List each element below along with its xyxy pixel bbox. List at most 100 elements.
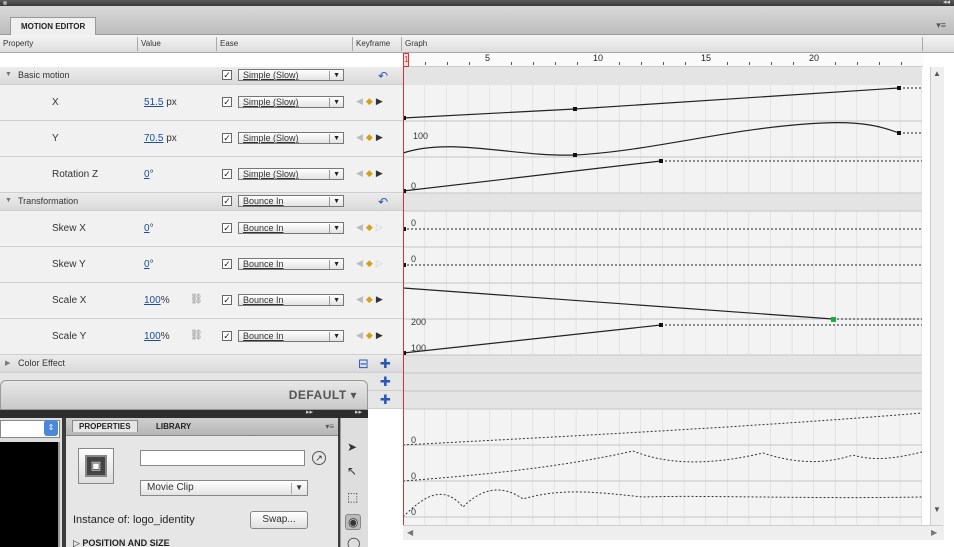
position-size-section[interactable]: ▷ POSITION AND SIZE (73, 538, 170, 547)
checkbox-icon[interactable]: ✓ (222, 70, 232, 80)
property-value[interactable]: 100% (144, 295, 170, 306)
scroll-down-icon[interactable]: ▼ (933, 505, 941, 514)
symbol-type-dropdown[interactable]: Movie Clip ▼ (140, 480, 308, 496)
workspace-switcher[interactable]: DEFAULT ▾ (289, 388, 357, 402)
ease-dropdown[interactable]: Bounce In ▼ (238, 195, 344, 207)
column-graph[interactable]: Graph (405, 39, 427, 48)
checkbox-icon[interactable]: ✓ (222, 331, 232, 341)
link-scale-icon[interactable]: ⛓ (190, 330, 203, 341)
vertical-scrollbar[interactable]: ▲ ▼ (930, 67, 944, 540)
ease-dropdown[interactable]: Simple (Slow) ▼ (238, 69, 344, 81)
ease-dropdown[interactable]: Bounce In ▼ (238, 258, 344, 270)
add-icon[interactable]: ✚ (380, 356, 391, 372)
property-value[interactable]: 0° (144, 169, 154, 180)
checkbox-icon[interactable]: ✓ (222, 133, 232, 143)
column-ease[interactable]: Ease (220, 39, 238, 48)
stepper-icon[interactable]: ⇕ (44, 420, 58, 436)
graph-label-ease-2: 0 (411, 471, 416, 481)
expand-triangle-icon[interactable]: ▼ (5, 197, 12, 204)
ease-dropdown[interactable]: Simple (Slow) ▼ (238, 132, 344, 144)
keyframe-nav[interactable]: ◀ ◆ ▶ (356, 168, 396, 179)
column-header-row: Property Value Ease Keyframe Graph (0, 35, 954, 53)
keyframe-nav[interactable]: ◀ ◆ ▷ (356, 258, 396, 269)
ruler-label-5: 5 (485, 53, 491, 63)
tab-properties[interactable]: PROPERTIES (72, 420, 138, 432)
property-row-x[interactable]: X 51.5 px ✓ Simple (Slow) ▼ ◀ ◆ ▶ (0, 85, 403, 121)
section-color-effect[interactable]: ▶ Color Effect ⊟ ✚ (0, 355, 403, 373)
ease-dropdown[interactable]: Simple (Slow) ▼ (238, 168, 344, 180)
scroll-up-icon[interactable]: ▲ (933, 69, 941, 78)
section-transformation[interactable]: ▼ Transformation ✓ Bounce In ▼ ↶ (0, 193, 403, 211)
playhead-marker[interactable]: 1 (403, 53, 409, 67)
subselection-tool-icon[interactable]: ↖ (347, 464, 357, 478)
horizontal-scrollbar[interactable]: ◀ ▶ (403, 525, 943, 540)
property-row-rotation-z[interactable]: Rotation Z 0° ✓ Simple (Slow) ▼ ◀ ◆ ▶ (0, 157, 403, 193)
collapse-icon[interactable]: ▸▸ (355, 408, 362, 416)
ease-dropdown[interactable]: Bounce In ▼ (238, 222, 344, 234)
checkbox-icon[interactable]: ✓ (222, 259, 232, 269)
property-value[interactable]: 51.5 px (144, 97, 177, 108)
section-basic-motion[interactable]: ▼ Basic motion ✓ Simple (Slow) ▼ ↶ (0, 67, 403, 85)
lasso-tool-icon[interactable]: ◯ (347, 536, 360, 547)
tab-motion-editor[interactable]: MOTION EDITOR (10, 17, 97, 35)
checkbox-icon[interactable]: ✓ (222, 223, 232, 233)
prev-keyframe-icon: ◀ (356, 294, 363, 304)
keyframe-nav[interactable]: ◀ ◆ ▶ (356, 294, 396, 305)
checkbox-icon[interactable]: ✓ (222, 169, 232, 179)
tab-library[interactable]: LIBRARY (156, 422, 191, 431)
add-icon[interactable]: ✚ (380, 392, 391, 408)
property-row-skew-x[interactable]: Skew X 0° ✓ Bounce In ▼ ◀ ◆ ▷ (0, 211, 403, 247)
ease-dropdown[interactable]: Bounce In ▼ (238, 330, 344, 342)
link-scale-icon[interactable]: ⛓ (190, 294, 203, 305)
scroll-left-icon[interactable]: ◀ (407, 528, 413, 537)
remove-icon[interactable]: ⊟ (358, 356, 369, 372)
ease-dropdown[interactable]: Simple (Slow) ▼ (238, 96, 344, 108)
next-keyframe-icon: ▶ (375, 96, 383, 106)
edit-icon[interactable]: ↗ (312, 451, 326, 465)
property-value[interactable]: 100% (144, 331, 170, 342)
checkbox-icon[interactable]: ✓ (222, 196, 232, 206)
property-row-skew-y[interactable]: Skew Y 0° ✓ Bounce In ▼ ◀ ◆ ▷ (0, 247, 403, 283)
ease-dropdown[interactable]: Bounce In ▼ (238, 294, 344, 306)
stage-area: ⇕ (0, 418, 62, 547)
collapse-icon[interactable]: ▸▸ (306, 408, 313, 416)
column-value[interactable]: Value (141, 39, 161, 48)
reset-icon[interactable]: ↶ (378, 195, 388, 209)
prev-keyframe-icon: ◀ (356, 96, 363, 106)
timeline-ruler[interactable]: 1 5 10 15 20 (403, 53, 923, 67)
column-property[interactable]: Property (3, 39, 33, 48)
swap-button[interactable]: Swap... (250, 511, 308, 529)
checkbox-icon[interactable]: ✓ (222, 97, 232, 107)
keyframe-nav[interactable]: ◀ ◆ ▶ (356, 96, 396, 107)
expand-triangle-icon[interactable]: ▼ (5, 71, 12, 78)
property-name: Scale X (52, 295, 87, 306)
motion-graph[interactable]: 100 0 0 0 200 100 0 0 0 (403, 67, 922, 540)
keyframe-nav[interactable]: ◀ ◆ ▶ (356, 330, 396, 341)
section-name: Color Effect (18, 358, 65, 368)
next-keyframe-icon: ▶ (375, 294, 383, 304)
ruler-label-15: 15 (701, 53, 712, 63)
selection-tool-icon[interactable]: ➤ (347, 440, 357, 454)
property-row-scale-y[interactable]: Scale Y 100% ⛓ ✓ Bounce In ▼ ◀ ◆ ▶ (0, 319, 403, 355)
column-keyframe[interactable]: Keyframe (356, 39, 390, 48)
property-row-scale-x[interactable]: Scale X 100% ⛓ ✓ Bounce In ▼ ◀ ◆ ▶ (0, 283, 403, 319)
property-value[interactable]: 0° (144, 223, 154, 234)
instance-name-input[interactable] (140, 450, 305, 466)
graph-label-y-100: 100 (413, 131, 428, 141)
3d-rotation-tool-icon[interactable]: ◉ (345, 514, 362, 530)
keyframe-nav[interactable]: ◀ ◆ ▶ (356, 132, 396, 143)
checkbox-icon[interactable]: ✓ (222, 295, 232, 305)
panel-menu-icon[interactable]: ▾≡ (325, 422, 334, 431)
graph-label-rotation-0: 0 (411, 181, 416, 191)
property-row-y[interactable]: Y 70.5 px ✓ Simple (Slow) ▼ ◀ ◆ ▶ (0, 121, 403, 157)
property-value[interactable]: 0° (144, 259, 154, 270)
prev-keyframe-icon: ◀ (356, 168, 363, 178)
free-transform-tool-icon[interactable]: ⬚ (347, 490, 358, 504)
keyframe-nav[interactable]: ◀ ◆ ▷ (356, 222, 396, 233)
panel-menu-icon[interactable]: ▾≡ (936, 20, 946, 31)
scroll-right-icon[interactable]: ▶ (931, 528, 937, 537)
add-icon[interactable]: ✚ (380, 374, 391, 390)
collapse-triangle-icon[interactable]: ▶ (5, 359, 10, 367)
property-value[interactable]: 70.5 px (144, 133, 177, 144)
reset-icon[interactable]: ↶ (378, 69, 388, 83)
